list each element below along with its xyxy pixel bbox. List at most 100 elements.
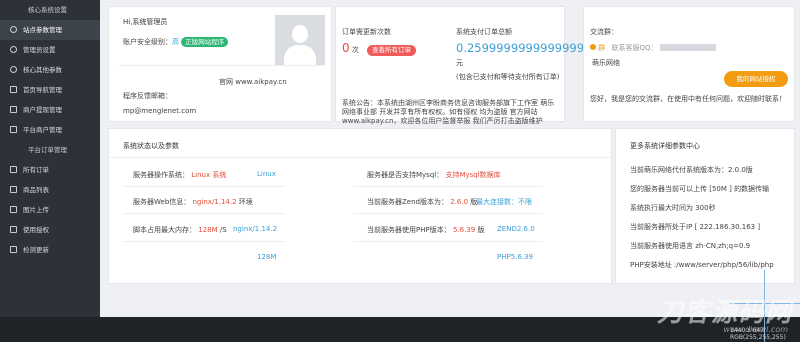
orders-card: 订单需更新次数 0 次 查看所有订单 系统支付订单总额 0.2599999999… bbox=[335, 6, 591, 125]
list-icon bbox=[10, 106, 17, 113]
group-title: 交流群： bbox=[590, 28, 618, 36]
list-icon bbox=[10, 186, 17, 193]
sidebar-item-label: 使用授权 bbox=[23, 226, 49, 234]
sidebar-item-merchants[interactable]: 平台商户管理 bbox=[0, 120, 100, 140]
admin-greeting: Hi,系统管理员 bbox=[123, 18, 168, 26]
status-extra: Linux bbox=[257, 170, 276, 178]
status-value: 5.6.39 bbox=[452, 226, 476, 234]
list-icon bbox=[10, 206, 17, 213]
divider bbox=[353, 213, 543, 214]
divider bbox=[123, 241, 285, 242]
watermark-logo: 刀客源码网 bbox=[656, 298, 792, 328]
sidebar-item-label: 商户提现管理 bbox=[23, 106, 62, 114]
settings-icon bbox=[10, 26, 17, 33]
list-icon bbox=[10, 246, 17, 253]
status-extra: 最大连接数：不限 bbox=[476, 198, 532, 206]
gear-icon bbox=[10, 66, 17, 73]
sidebar-item-all-orders[interactable]: 所有订单 bbox=[0, 160, 100, 180]
announcement: 系统公告：本系统由湖州区李盼商务信息咨询服务部旗下工作室 萌乐网络事业部 开发并… bbox=[342, 99, 555, 125]
info-card: 更多系统详细参数中心 当前萌乐网络代付系统版本为：2.0.0版 您的服务器当前可… bbox=[615, 128, 795, 284]
sidebar-item-products[interactable]: 商品列表 bbox=[0, 180, 100, 200]
pending-row: 0 次 查看所有订单 bbox=[342, 41, 417, 56]
status-extra: nginx/1.14.2 bbox=[233, 225, 278, 233]
pending-unit: 次 bbox=[351, 46, 359, 54]
status-row: 当前服务器Zend版本为： 2.6.0 版 bbox=[367, 197, 477, 207]
view-all-orders-button[interactable]: 查看所有订单 bbox=[367, 45, 417, 56]
status-value: Linux 系统 bbox=[191, 171, 227, 179]
status-extra: 128M bbox=[257, 253, 277, 261]
pending-count: 0 bbox=[342, 41, 350, 55]
status-label: 当前服务器使用PHP版本： bbox=[367, 226, 451, 234]
sidebar-item-label: 首页导航管理 bbox=[23, 86, 62, 94]
total-note: (包含已支付和等待支付所有订单) bbox=[456, 73, 560, 81]
list-icon bbox=[10, 166, 17, 173]
sidebar-item-license[interactable]: 使用授权 bbox=[0, 220, 100, 240]
website-link[interactable]: www.aikpay.cn bbox=[235, 78, 286, 86]
info-line: 当前服务器所处于IP [ 222.186.30.163 ] bbox=[630, 223, 761, 231]
status-suffix: /S bbox=[219, 226, 227, 234]
status-value: nginx/1.14.2 bbox=[192, 198, 237, 206]
website-row: 官网 www.aikpay.cn bbox=[219, 77, 287, 87]
list-icon bbox=[10, 86, 17, 93]
sidebar-item-check-update[interactable]: 检测更新 bbox=[0, 240, 100, 260]
sidebar-item-label: 站点参数管理 bbox=[23, 26, 62, 34]
status-dot-icon bbox=[590, 44, 596, 50]
total-unit: 元 bbox=[456, 59, 463, 67]
status-row: 当前服务器使用PHP版本： 5.6.39 版 bbox=[367, 225, 484, 235]
divider bbox=[353, 241, 543, 242]
contact-suffix: 萌乐网络 bbox=[592, 59, 620, 67]
sidebar-item-core-other[interactable]: 核心其他参数 bbox=[0, 60, 100, 80]
divider bbox=[353, 186, 543, 187]
security-row: 账户安全级别：高 正版网站程序 bbox=[123, 37, 229, 47]
sidebar-item-admin-settings[interactable]: 管理员设置 bbox=[0, 40, 100, 60]
contact-label: 联系客服QQ： bbox=[611, 44, 658, 52]
status-title: 系统状态以及参数 bbox=[123, 142, 179, 150]
status-extra: PHP5.6.39 bbox=[497, 253, 533, 261]
sidebar-item-withdrawals[interactable]: 商户提现管理 bbox=[0, 100, 100, 120]
status-row: 服务器是否支持Mysql： 支持Mysql数据库 bbox=[367, 170, 501, 180]
sidebar-item-label: 图片上传 bbox=[23, 206, 49, 214]
divider bbox=[109, 157, 611, 158]
status-card: 系统状态以及参数 服务器操作系统： Linux 系统 Linux 服务器Web信… bbox=[108, 128, 612, 284]
info-line: 系统执行最大时间为 300秒 bbox=[630, 204, 716, 212]
my-license-button[interactable]: 我的网站授权 bbox=[724, 71, 788, 87]
total-label: 系统支付订单总额 bbox=[456, 28, 512, 36]
info-title: 更多系统详细参数中心 bbox=[630, 142, 700, 150]
sidebar-item-label: 核心其他参数 bbox=[23, 66, 62, 74]
status-suffix: 版 bbox=[477, 226, 485, 234]
status-label: 脚本占用最大内存： bbox=[133, 226, 196, 234]
group-card: 交流群： 群 联系客服QQ： 萌乐网络 我的网站授权 您好，我是您的交流群，在使… bbox=[583, 6, 795, 122]
status-suffix: 环境 bbox=[238, 198, 253, 206]
sidebar-item-site-params[interactable]: 站点参数管理 bbox=[0, 20, 100, 40]
status-label: 服务器Web信息： bbox=[133, 198, 191, 206]
contact-row: 群 联系客服QQ： bbox=[590, 43, 716, 53]
sidebar-item-image-upload[interactable]: 图片上传 bbox=[0, 200, 100, 220]
sidebar-group-core[interactable]: 核心系统设置 bbox=[0, 0, 100, 20]
info-line: 您的服务器当前可以上传 [50M ] 的数据传输 bbox=[630, 185, 770, 193]
inspector-rgb: RGB(255,255,255) bbox=[730, 334, 786, 341]
pending-label: 订单需更新次数 bbox=[342, 28, 391, 36]
info-line: PHP安装地址 :/www/server/php/56/lib/php bbox=[630, 261, 774, 269]
website-label: 官网 bbox=[219, 78, 233, 86]
sidebar-group-orders[interactable]: 平台订单管理 bbox=[0, 140, 100, 160]
status-value: 128M bbox=[198, 226, 218, 234]
status-row: 服务器操作系统： Linux 系统 bbox=[133, 170, 226, 180]
sidebar-item-label: 检测更新 bbox=[23, 246, 49, 254]
inspector-readout: 1440 x 647 RGB(255,255,255) bbox=[730, 327, 786, 341]
info-line: 当前萌乐网络代付系统版本为：2.0.0版 bbox=[630, 166, 753, 174]
blurred-qq bbox=[659, 44, 716, 51]
sidebar-item-label: 商品列表 bbox=[23, 186, 49, 194]
divider bbox=[123, 186, 285, 187]
status-label: 服务器操作系统： bbox=[133, 171, 189, 179]
status-label: 服务器是否支持Mysql： bbox=[367, 171, 444, 179]
divider bbox=[119, 65, 324, 66]
info-line: 当前服务器使用语言 zh-CN,zh;q=0.9 bbox=[630, 242, 751, 250]
sidebar-item-home-nav[interactable]: 首页导航管理 bbox=[0, 80, 100, 100]
feedback-email[interactable]: mp@menglenet.com bbox=[123, 107, 196, 115]
list-icon bbox=[10, 226, 17, 233]
status-extra: ZEND2.6.0 bbox=[497, 225, 535, 233]
list-icon bbox=[10, 126, 17, 133]
status-row: 脚本占用最大内存： 128M /S bbox=[133, 225, 227, 235]
divider bbox=[123, 213, 285, 214]
sidebar-group-label: 平台订单管理 bbox=[28, 146, 67, 154]
